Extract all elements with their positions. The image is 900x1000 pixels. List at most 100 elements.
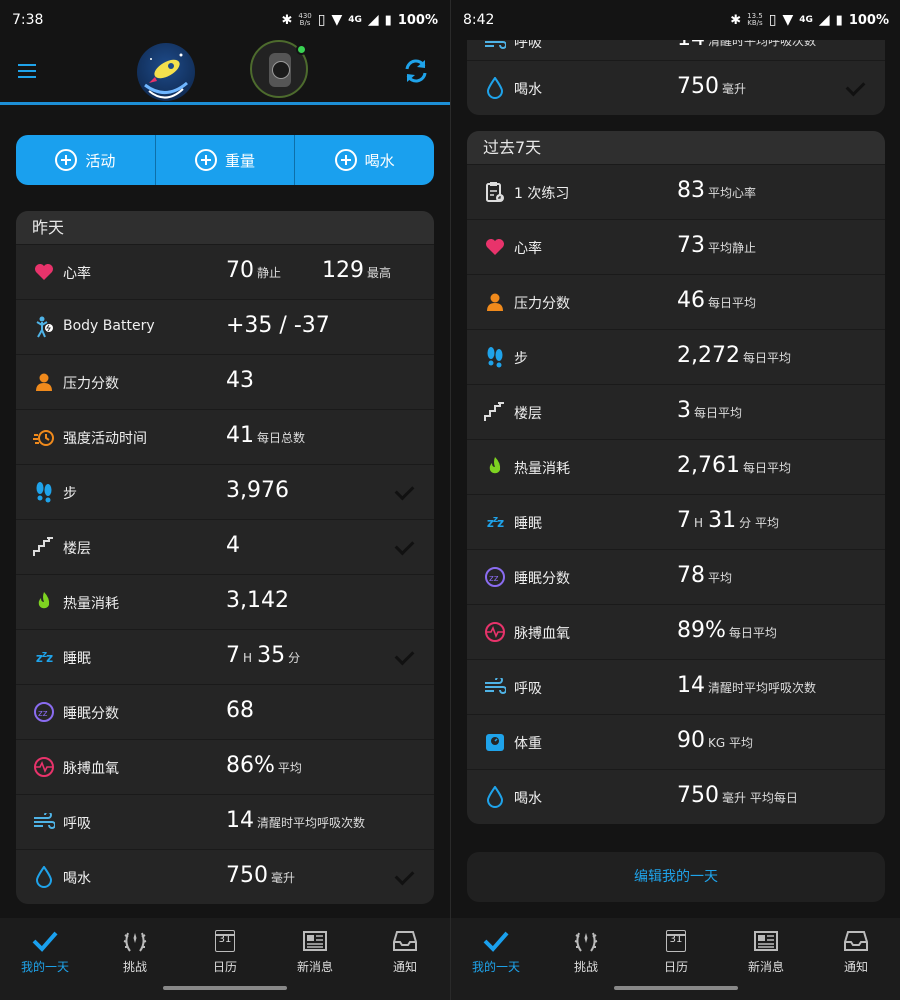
battery-level: 100% (848, 12, 889, 28)
metric-value: 46 每日平均 (677, 288, 756, 313)
metric-label: Body Battery (63, 318, 155, 334)
pulse-ox-icon (483, 620, 507, 644)
nav-label: 日历 (212, 960, 237, 974)
metric-value: 78 平均 (677, 563, 732, 588)
metric-row[interactable]: 脉搏血氧 89% 每日平均 (467, 604, 885, 659)
value-unit: 清醒时平均呼吸次数 (708, 681, 817, 695)
metric-value: 4 (226, 533, 243, 558)
edit-my-day-button[interactable]: 编辑我的一天 (467, 852, 885, 902)
metric-value: 73 平均静止 (677, 233, 756, 258)
hamburger-menu-icon[interactable] (16, 62, 40, 80)
metric-row[interactable]: 心率 70 静止 129 最高 (16, 244, 434, 299)
metric-label: 喝水 (63, 871, 91, 887)
nav-notifications[interactable]: 通知 (811, 918, 900, 1000)
status-time: 8:42 (463, 12, 495, 28)
metric-row[interactable]: 压力分数 43 (16, 354, 434, 409)
checkmark-icon (396, 537, 418, 553)
add-activity-button[interactable]: 活动 (16, 135, 156, 185)
value-number: 129 (322, 258, 364, 283)
status-bar: 8:42 ✱ 13.5 KB/s ▯ ▼ 4G ◢ ▮ 100% (451, 0, 900, 40)
metric-row[interactable]: zzz 睡眠 7H 31 分 平均 (467, 494, 885, 549)
metric-label: 步 (514, 351, 528, 367)
metric-value: 750 毫升 平均每日 (677, 783, 798, 808)
laurel-icon (122, 928, 148, 954)
net-speed: 13.5 KB/s (747, 13, 763, 27)
plus-circle-icon (55, 149, 78, 171)
metric-label: 楼层 (63, 541, 91, 557)
metric-value: 70 静止 (226, 258, 281, 283)
metric-value: 89% 每日平均 (677, 618, 777, 643)
nav-my-day[interactable]: 我的一天 (0, 918, 90, 1000)
avatar[interactable] (137, 43, 195, 101)
metric-value: 3 每日平均 (677, 398, 742, 423)
metric-row[interactable]: 呼吸 14 清醒时平均呼吸次数 (467, 659, 885, 714)
add-water-button[interactable]: 喝水 (295, 135, 434, 185)
metric-value: 90 KG 平均 (677, 728, 753, 753)
battery-icon: ▮ (835, 12, 843, 28)
status-bar: 7:38 ✱ 430 B/s ▯ ▼ 4G ◢ ▮ 100% (0, 0, 450, 40)
value-number: 750 (226, 863, 268, 888)
value-unit-minutes: 分 平均 (739, 516, 779, 530)
metric-value: 86% 平均 (226, 753, 302, 778)
metric-value: 68 (226, 698, 257, 723)
metric-row[interactable]: Body Battery +35 / -37 (16, 299, 434, 354)
right-phone-screen: 呼吸 14清醒时平均呼吸次数 喝水 750毫升 8:42 ✱ 13.5KB/s … (451, 0, 900, 1000)
value-number: 7 (226, 643, 240, 668)
metric-value: 14清醒时平均呼吸次数 (677, 673, 816, 698)
intensity-icon (32, 425, 56, 449)
metric-value: 7H 35 分 (226, 643, 300, 668)
net-speed: 430 B/s (298, 13, 311, 27)
nav-notifications[interactable]: 通知 (360, 918, 450, 1000)
metric-row[interactable]: 喝水 750 毫升 (16, 849, 434, 904)
metric-row[interactable]: 步 2,272 每日平均 (467, 329, 885, 384)
value-number: 3,976 (226, 478, 289, 503)
metric-row[interactable]: 喝水 750 毫升 平均每日 (467, 769, 885, 824)
metric-row[interactable]: zzz 睡眠 7H 35 分 (16, 629, 434, 684)
heart-icon (483, 235, 507, 259)
metric-value: +35 / -37 (226, 313, 333, 338)
yesterday-card: 昨天 心率 70 静止 129 最高 Body Battery +35 / -37 压… (16, 211, 434, 904)
nav-label: 新消息 (747, 960, 784, 974)
value-number: 83 (677, 178, 705, 203)
metric-row[interactable]: 强度活动时间 41 每日总数 (16, 409, 434, 464)
value-unit: 平均心率 (708, 186, 757, 200)
cell-signal-icon: ◢ (367, 12, 379, 28)
value-number: 70 (226, 258, 254, 283)
metric-row[interactable]: 体重 90 KG 平均 (467, 714, 885, 769)
metric-row[interactable]: 1 次练习 83 平均心率 (467, 164, 885, 219)
metric-value: 43 (226, 368, 257, 393)
value-unit: 最高 (367, 266, 392, 280)
metric-row[interactable]: 楼层 4 (16, 519, 434, 574)
sync-icon[interactable] (400, 55, 432, 87)
add-weight-button[interactable]: 重量 (156, 135, 296, 185)
metric-row[interactable]: 热量消耗 3,142 (16, 574, 434, 629)
metric-row[interactable]: 呼吸 14 清醒时平均呼吸次数 (16, 794, 434, 849)
metric-row[interactable]: 步 3,976 (16, 464, 434, 519)
calendar-icon: 31 (666, 928, 686, 954)
value-unit: 平均 (277, 761, 302, 775)
checkmark-icon (847, 78, 869, 94)
value-number-minutes: 35 (257, 643, 286, 668)
nav-my-day[interactable]: 我的一天 (451, 918, 541, 1000)
metric-row[interactable]: 热量消耗 2,761 每日平均 (467, 439, 885, 494)
metric-row[interactable]: 压力分数 46 每日平均 (467, 274, 885, 329)
home-indicator (163, 986, 287, 990)
quick-actions: 活动 重量 喝水 (16, 135, 434, 185)
metric-row[interactable]: zz 睡眠分数 68 (16, 684, 434, 739)
metric-label: 呼吸 (514, 681, 542, 697)
value-unit: 每日平均 (742, 351, 791, 365)
cell-signal-icon: ◢ (818, 12, 830, 28)
checkmark-nav-icon (32, 928, 58, 954)
value-number: 73 (677, 233, 705, 258)
metric-row[interactable]: 脉搏血氧 86% 平均 (16, 739, 434, 794)
metric-row[interactable]: 楼层 3 每日平均 (467, 384, 885, 439)
value-number: 2,761 (677, 453, 740, 478)
metric-row[interactable]: zz 睡眠分数 78 平均 (467, 549, 885, 604)
value-number: 14 (226, 808, 254, 833)
nav-label: 挑战 (573, 960, 598, 974)
metric-label: 热量消耗 (63, 596, 119, 612)
metric-row[interactable]: 心率 73 平均静止 (467, 219, 885, 274)
value-number: 3 (677, 398, 691, 423)
metric-row-water[interactable]: 喝水 750 毫升 (467, 60, 885, 115)
news-icon (753, 928, 779, 954)
